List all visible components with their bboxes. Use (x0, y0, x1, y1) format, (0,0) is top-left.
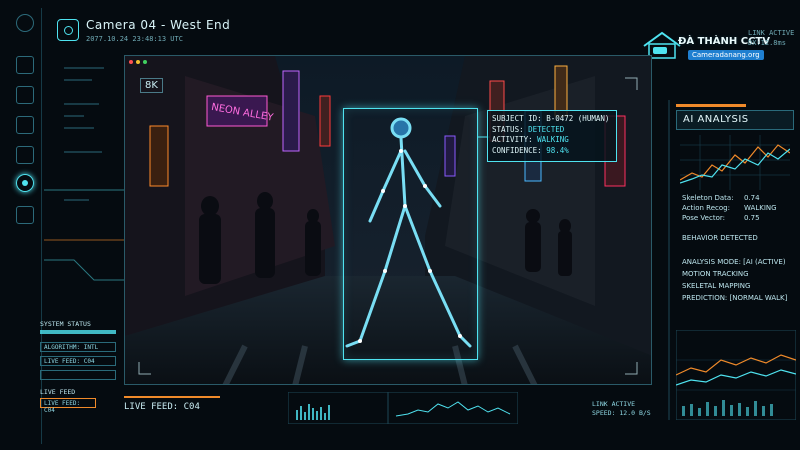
resolution-badge: 8K (140, 78, 163, 93)
target-icon[interactable] (16, 174, 34, 192)
image-icon[interactable] (16, 86, 34, 104)
link-latency: DX:12.8ms (748, 39, 786, 47)
document-icon[interactable] (16, 206, 34, 224)
grid-icon[interactable] (16, 56, 34, 74)
bottom-link-status: LINK ACTIVE (592, 400, 636, 408)
ai-panel-accent-bar (676, 104, 746, 107)
timestamp: 2077.10.24 23:48:13 UTC (86, 35, 183, 43)
algorithm-status: ALGORITHM: INTL (40, 342, 116, 352)
bottom-right-chart (676, 330, 796, 420)
analysis-mode: ANALYSIS MODE: [AI (ACTIVE) (682, 258, 786, 266)
bottom-speed: SPEED: 12.0 B/S (592, 409, 651, 417)
confidence-row: CONFIDENCE: 98.4% (492, 145, 569, 155)
ai-row-action: Action Recog: (682, 204, 730, 212)
ai-analysis-title: AI ANALYSIS (676, 110, 794, 130)
status-dot (136, 60, 140, 64)
detection-box[interactable] (343, 108, 478, 360)
record-dot (129, 60, 133, 64)
link-status-label: LINK ACTIVE (748, 29, 795, 37)
bottom-waveform (288, 392, 518, 424)
subject-id-row: SUBJECT ID: B-0472 (HUMAN) (492, 114, 610, 123)
system-status-bar (40, 330, 116, 334)
bottom-live-feed: LIVE FEED: C04 (124, 402, 200, 412)
right-panel-divider (668, 100, 670, 420)
ai-row-skeleton: Skeleton Data: (682, 194, 734, 202)
live-feed-status: LIVE FEED: C04 (40, 356, 116, 366)
ai-row-pose: Pose Vector: (682, 214, 725, 222)
left-rail (8, 8, 42, 444)
camera-icon (57, 19, 79, 41)
live-feed-title: LIVE FEED (40, 388, 76, 396)
motion-tracking: MOTION TRACKING (682, 270, 749, 278)
detection-info-panel: SUBJECT ID: B-0472 (HUMAN) STATUS: DETEC… (487, 110, 617, 162)
ai-value-pose: 0.75 (744, 214, 760, 222)
skeletal-mapping: SKELETAL MAPPING (682, 282, 751, 290)
status-row: STATUS: DETECTED (492, 124, 565, 134)
brand-site[interactable]: Cameradanang.org (688, 50, 764, 60)
behavior-detected: BEHAVIOR DETECTED (682, 234, 758, 242)
camera-title: Camera 04 - West End (86, 18, 231, 32)
live-feed-item[interactable]: LIVE FEED: C04 (40, 398, 96, 414)
prediction: PREDICTION: [NORMAL WALK] (682, 294, 788, 302)
link-status-top: LINK ACTIVE DX:12.8ms (748, 28, 794, 48)
status-dot (143, 60, 147, 64)
bottom-accent-bar (124, 396, 220, 398)
ai-value-skeleton: 0.74 (744, 194, 760, 202)
system-status-title: SYSTEM STATUS (40, 320, 91, 328)
chart-icon[interactable] (16, 116, 34, 134)
settings-icon[interactable] (16, 14, 34, 32)
activity-row: ACTIVITY: WALKING (492, 135, 569, 144)
left-readout-lines (44, 67, 124, 281)
layers-icon[interactable] (16, 146, 34, 164)
ai-analysis-chart (680, 135, 790, 190)
ai-value-action: WALKING (744, 204, 777, 212)
status-slot (40, 370, 116, 380)
